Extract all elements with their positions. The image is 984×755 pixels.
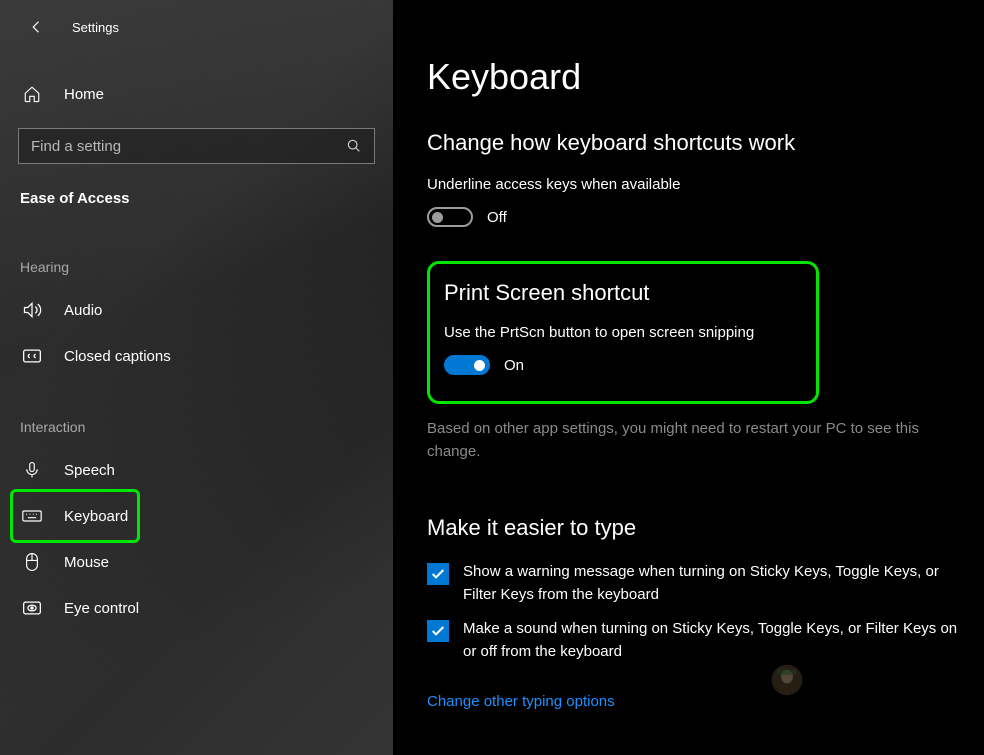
- content-area: Keyboard Change how keyboard shortcuts w…: [393, 0, 984, 755]
- search-icon: [346, 138, 362, 154]
- prtscn-label: Use the PrtScn button to open screen sni…: [444, 324, 798, 341]
- sidebar-section-title: Ease of Access: [0, 184, 393, 219]
- search-box[interactable]: [18, 128, 375, 164]
- sidebar-item-keyboard[interactable]: Keyboard: [0, 493, 393, 539]
- page-title: Keyboard: [427, 56, 960, 98]
- search-input[interactable]: [31, 138, 346, 155]
- prtscn-heading: Print Screen shortcut: [444, 280, 798, 306]
- sidebar-home[interactable]: Home: [0, 70, 393, 118]
- home-icon: [22, 84, 42, 104]
- underline-label: Underline access keys when available: [427, 176, 960, 193]
- underline-toggle[interactable]: [427, 207, 473, 227]
- sidebar-item-closed-captions[interactable]: Closed captions: [0, 333, 393, 379]
- check-label: Make a sound when turning on Sticky Keys…: [463, 618, 960, 663]
- check-sound[interactable]: Make a sound when turning on Sticky Keys…: [427, 618, 960, 663]
- keyboard-icon: [22, 506, 42, 526]
- sidebar-item-eye-control[interactable]: Eye control: [0, 585, 393, 631]
- window-title: Settings: [72, 20, 119, 35]
- prtscn-toggle[interactable]: [444, 355, 490, 375]
- avatar-icon: [770, 663, 804, 697]
- check-warning[interactable]: Show a warning message when turning on S…: [427, 561, 960, 606]
- typing-options-link[interactable]: Change other typing options: [427, 693, 615, 710]
- eye-icon: [22, 598, 42, 618]
- underline-state: Off: [487, 209, 507, 226]
- sidebar-item-label: Mouse: [64, 554, 109, 571]
- cc-icon: [22, 346, 42, 366]
- audio-icon: [22, 300, 42, 320]
- checkbox-icon[interactable]: [427, 563, 449, 585]
- home-label: Home: [64, 86, 104, 103]
- check-label: Show a warning message when turning on S…: [463, 561, 960, 606]
- sidebar-item-label: Closed captions: [64, 348, 171, 365]
- sidebar-item-label: Keyboard: [64, 508, 128, 525]
- group-interaction: Interaction: [0, 379, 393, 447]
- prtscn-toggle-row: On: [444, 355, 798, 375]
- prtscn-note: Based on other app settings, you might n…: [427, 418, 960, 463]
- sidebar-item-speech[interactable]: Speech: [0, 447, 393, 493]
- sidebar-item-audio[interactable]: Audio: [0, 287, 393, 333]
- group-hearing: Hearing: [0, 219, 393, 287]
- shortcuts-heading: Change how keyboard shortcuts work: [427, 130, 960, 156]
- sidebar-item-mouse[interactable]: Mouse: [0, 539, 393, 585]
- sidebar-item-label: Audio: [64, 302, 102, 319]
- underline-toggle-row: Off: [427, 207, 960, 227]
- sidebar-item-label: Eye control: [64, 600, 139, 617]
- checkbox-icon[interactable]: [427, 620, 449, 642]
- sidebar: Settings Home Ease of Access Hearing Aud…: [0, 0, 393, 755]
- sidebar-item-label: Speech: [64, 462, 115, 479]
- mouse-icon: [22, 552, 42, 572]
- prtscn-state: On: [504, 357, 524, 374]
- back-arrow-icon[interactable]: [28, 18, 46, 36]
- easier-heading: Make it easier to type: [427, 515, 960, 541]
- window-header: Settings: [0, 10, 393, 54]
- mic-icon: [22, 460, 42, 480]
- prtscn-highlight: Print Screen shortcut Use the PrtScn but…: [427, 261, 819, 404]
